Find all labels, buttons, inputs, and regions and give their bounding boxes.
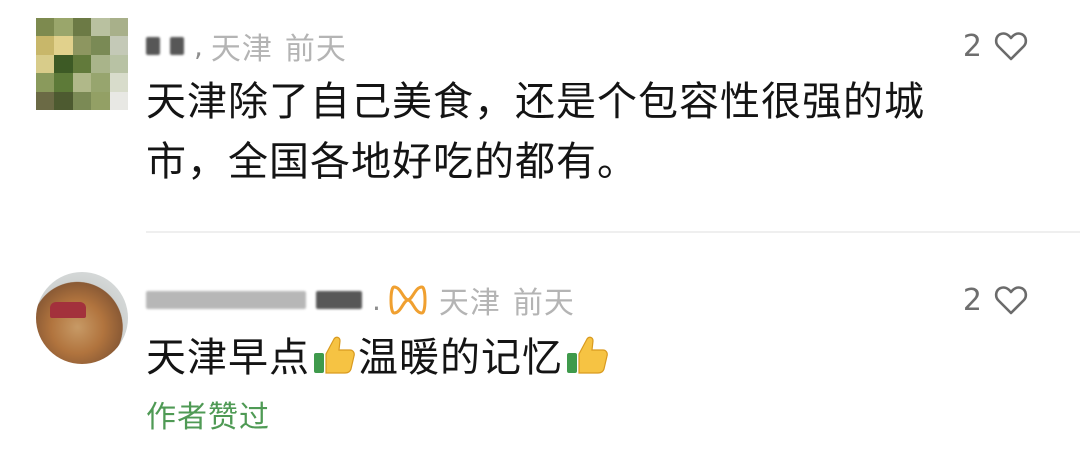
nickname-masked[interactable] <box>316 291 362 309</box>
avatar[interactable] <box>36 272 128 364</box>
heart-icon <box>994 32 1028 61</box>
heart-icon <box>994 286 1028 315</box>
divider <box>146 231 1080 233</box>
nickname-masked[interactable] <box>170 37 184 55</box>
time-label: 前天 <box>512 286 575 321</box>
comment-text-part: 天津早点 <box>146 335 310 381</box>
fan-badge-icon <box>389 285 427 315</box>
thumbs-up-icon <box>567 336 608 374</box>
comment-meta: , 天津 前天 <box>146 24 347 68</box>
like-button[interactable]: 2 <box>963 278 1028 322</box>
comment-text: 天津除了自己美食，还是个包容性很强的城市，全国各地好吃的都有。 <box>146 79 925 185</box>
comment-text: 天津早点 温暖的记忆 <box>146 328 966 388</box>
region-label: 天津 <box>438 286 501 321</box>
region-label: 天津 <box>210 32 273 67</box>
comment-meta: . 天津 前天 <box>146 278 575 322</box>
like-button[interactable]: 2 <box>963 24 1028 68</box>
nickname-masked[interactable] <box>146 37 160 55</box>
time-label: 前天 <box>284 32 347 67</box>
like-count: 2 <box>962 28 982 64</box>
thumbs-up-icon <box>314 336 355 374</box>
nickname-masked[interactable] <box>146 291 306 309</box>
like-count: 2 <box>962 282 982 318</box>
comment-text-part: 温暖的记忆 <box>358 335 563 381</box>
author-liked-label: 作者赞过 <box>146 400 270 435</box>
avatar[interactable] <box>36 18 128 110</box>
